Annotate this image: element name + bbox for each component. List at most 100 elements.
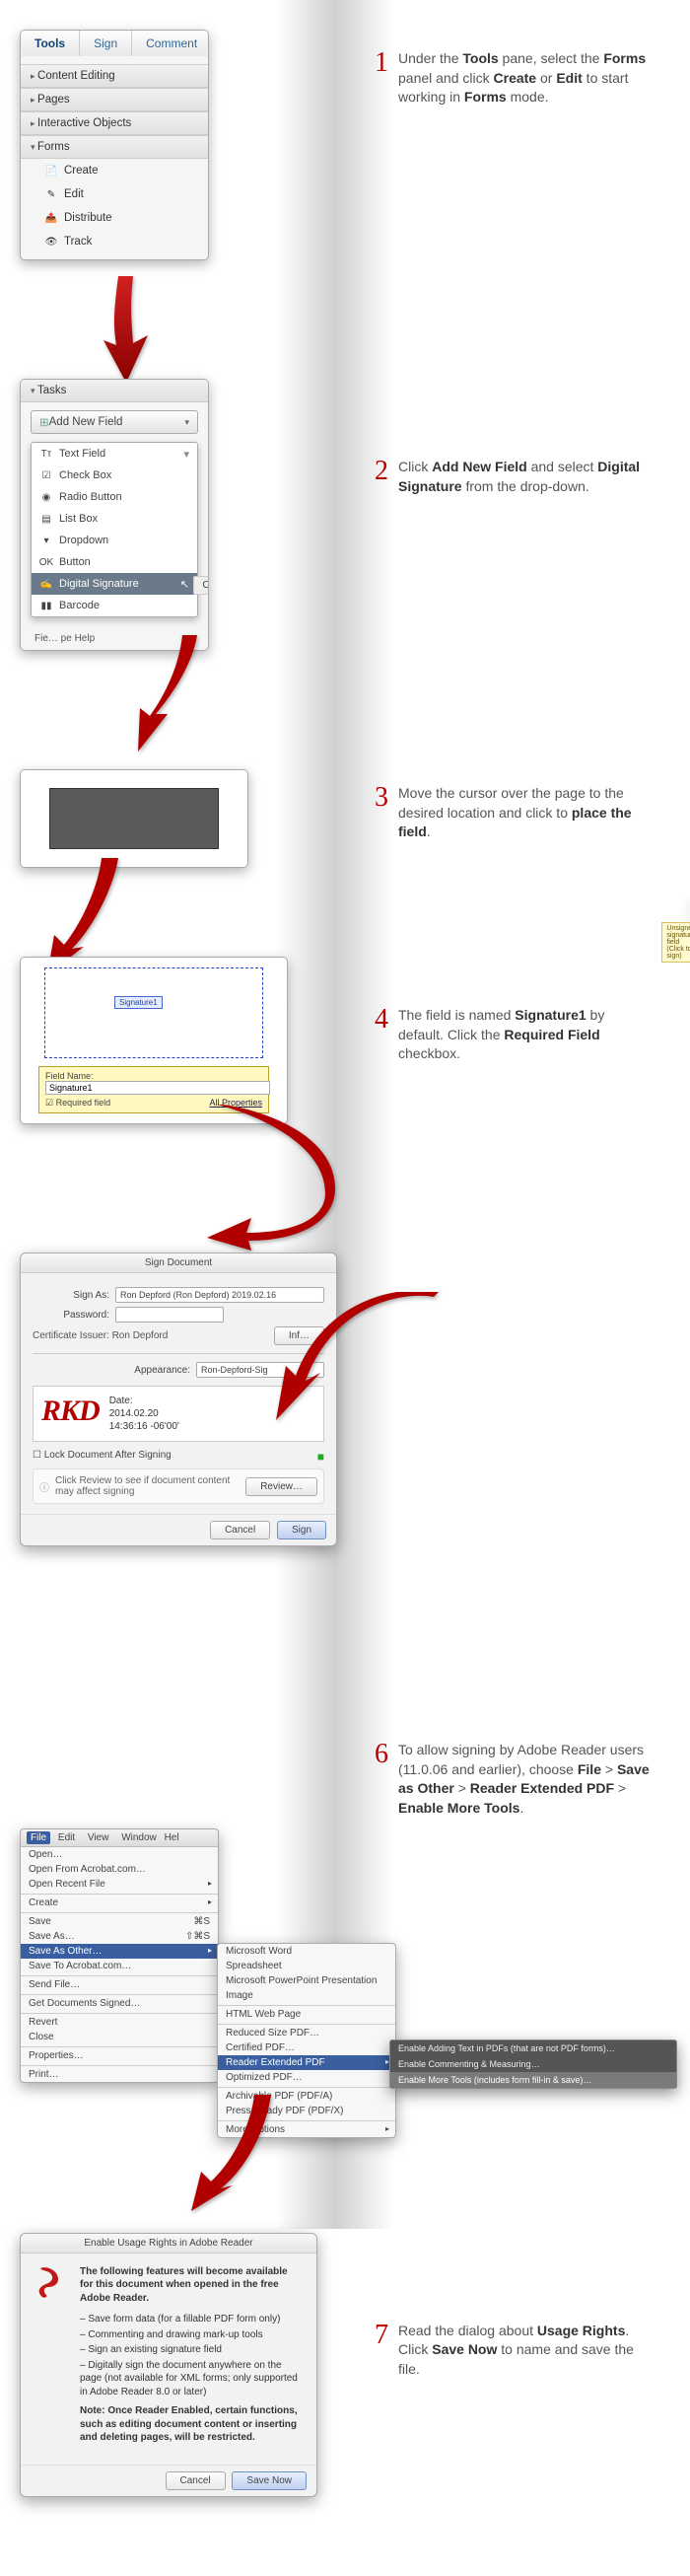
step-text: To allow signing by Adobe Reader users (… [398,1741,651,1818]
listbox-icon: ▤ [39,512,53,526]
tab-tools[interactable]: Tools [21,31,80,56]
mi-print[interactable]: Print… [21,2065,218,2082]
mi-save-as[interactable]: Save As…⇧⌘S [21,1929,218,1944]
tab-sign[interactable]: Sign [80,31,132,56]
dd-text-field[interactable]: TᴛText Field▾ [32,443,197,465]
dd-barcode[interactable]: ▮▮Barcode [32,595,197,616]
forms-track[interactable]: 👁Track [21,230,208,253]
mi-open-recent[interactable]: Open Recent File [21,1877,218,1892]
reader-extended-submenu: Enable Adding Text in PDFs (that are not… [389,2039,677,2089]
signature-preview: RKD Date: 2014.02.20 14:36:16 -06'00' [33,1386,324,1442]
checkbox-icon: ☑ [39,468,53,482]
mi-more-options[interactable]: More Options [218,2120,395,2137]
mi-open-acom[interactable]: Open From Acrobat.com… [21,1862,218,1877]
section-content-editing[interactable]: Content Editing [21,64,208,88]
review-button[interactable]: Review… [245,1477,317,1496]
mi-create[interactable]: Create [21,1894,218,1910]
cancel-button[interactable]: Cancel [166,2471,226,2490]
forms-distribute[interactable]: 📤Distribute [21,206,208,230]
signature-icon: ✍ [39,577,53,591]
mi-enable-more-tools[interactable]: Enable More Tools (includes form fill-in… [390,2072,676,2088]
field-name-label: Field Name: [45,1071,262,1081]
signature-field-area[interactable]: Signature1 [44,967,263,1058]
required-field-checkbox[interactable]: ☑ Required field [45,1098,110,1109]
cancel-button[interactable]: Cancel [210,1521,270,1539]
mi-pdfx[interactable]: Press-Ready PDF (PDF/X) [218,2104,395,2118]
signature-field-label[interactable]: Signature1 [114,996,163,1009]
cursor-icon: ↖ [180,578,189,591]
usage-intro: The following features will become avail… [80,2266,288,2304]
sign-as-select[interactable]: Ron Depford (Ron Depford) 2019.02.16 [115,1287,324,1303]
mi-enable-text[interactable]: Enable Adding Text in PDFs (that are not… [390,2040,676,2056]
mi-save-acom[interactable]: Save To Acrobat.com… [21,1959,218,1973]
document-icon: 📄 [44,164,58,178]
mi-pdfa[interactable]: Archivable PDF (PDF/A) [218,2087,395,2104]
field-name-input[interactable] [45,1081,270,1095]
step-text: Read the dialog about Usage Rights. Clic… [398,2322,651,2380]
mi-msword[interactable]: Microsoft Word [218,1944,395,1959]
section-pages[interactable]: Pages [21,88,208,111]
tab-comment[interactable]: Comment [132,31,209,56]
mi-properties[interactable]: Properties… [21,2046,218,2063]
step-text: Move the cursor over the page to the des… [398,784,651,842]
menu-edit[interactable]: Edit [58,1832,75,1843]
dd-digital-signature[interactable]: ✍Digital Signature↖ [32,573,197,595]
lock-checkbox[interactable]: ☐ Lock Document After Signing [33,1450,172,1461]
password-input[interactable] [115,1307,224,1323]
step-text: Click Add New Field and select Digital S… [398,458,651,496]
appearance-select[interactable]: Ron-Depford-Sig [196,1362,324,1378]
mi-certified[interactable]: Certified PDF… [218,2040,395,2055]
mi-save-as-other[interactable]: Save As Other… [21,1944,218,1959]
review-note: Click Review to see if document content … [55,1475,242,1497]
add-new-field-button[interactable]: ⊞Add New Field [31,410,198,434]
forms-edit[interactable]: ✎Edit [21,182,208,206]
menu-window[interactable]: Window [121,1832,157,1843]
file-menu: File Edit View Window Hel Open… Open Fro… [20,1828,219,2083]
tasks-pane: Tasks ⊞Add New Field TᴛText Field▾ ☑Chec… [20,379,209,651]
step-text: The field is named Signature1 by default… [398,1006,651,1064]
mi-spreadsheet[interactable]: Spreadsheet [218,1959,395,1973]
dd-dropdown[interactable]: ▾Dropdown [32,530,197,551]
dd-check-box[interactable]: ☑Check Box [32,465,197,486]
menu-help[interactable]: Hel [165,1832,179,1843]
all-properties-link[interactable]: All Properties [209,1098,262,1109]
menu-view[interactable]: View [88,1832,109,1843]
adobe-pdf-icon [34,2265,70,2301]
sign-button[interactable]: Sign [277,1521,326,1539]
tasks-header[interactable]: Tasks [21,380,208,402]
usage-feature-list: Save form data (for a fillable PDF form … [80,2313,303,2398]
tab-order[interactable]: Order [193,576,209,595]
forms-create[interactable]: 📄Create [21,159,208,182]
tools-pane: Tools Sign Comment Content Editing Pages… [20,30,209,260]
info-button[interactable]: Inf… [274,1326,324,1345]
mi-reduced[interactable]: Reduced Size PDF… [218,2024,395,2040]
mi-html[interactable]: HTML Web Page [218,2005,395,2022]
mi-optimized[interactable]: Optimized PDF… [218,2070,395,2085]
step-number: 1 [375,49,388,77]
mi-reader-extended[interactable]: Reader Extended PDF [218,2055,395,2070]
mi-enable-commenting[interactable]: Enable Commenting & Measuring… [390,2056,676,2072]
mi-get-signed[interactable]: Get Documents Signed… [21,1994,218,2011]
edit-icon: ✎ [44,187,58,201]
field-properties-popup: Signature1 Field Name: ☑ Required field … [20,957,288,1124]
mi-save[interactable]: Save⌘S [21,1912,218,1929]
step-text: Under the Tools pane, select the Forms p… [398,49,651,107]
dd-button[interactable]: OKButton [32,551,197,573]
sign-document-dialog: Sign Document Sign As:Ron Depford (Ron D… [20,1252,337,1546]
mi-revert[interactable]: Revert [21,2013,218,2030]
mi-open[interactable]: Open… [21,1847,218,1862]
mi-image[interactable]: Image [218,1988,395,2003]
button-icon: OK [39,555,53,569]
section-forms[interactable]: Forms [21,135,208,159]
mi-close[interactable]: Close [21,2030,218,2044]
mi-send[interactable]: Send File… [21,1975,218,1992]
mi-msppt[interactable]: Microsoft PowerPoint Presentation [218,1973,395,1988]
page-canvas[interactable] [20,769,248,868]
info-icon: ⓘ [39,1479,49,1494]
dd-radio-button[interactable]: ◉Radio Button [32,486,197,508]
section-interactive-objects[interactable]: Interactive Objects [21,111,208,135]
form-icon: ⊞ [39,415,49,429]
menu-file[interactable]: File [27,1831,50,1844]
dd-list-box[interactable]: ▤List Box [32,508,197,530]
save-now-button[interactable]: Save Now [232,2471,307,2490]
